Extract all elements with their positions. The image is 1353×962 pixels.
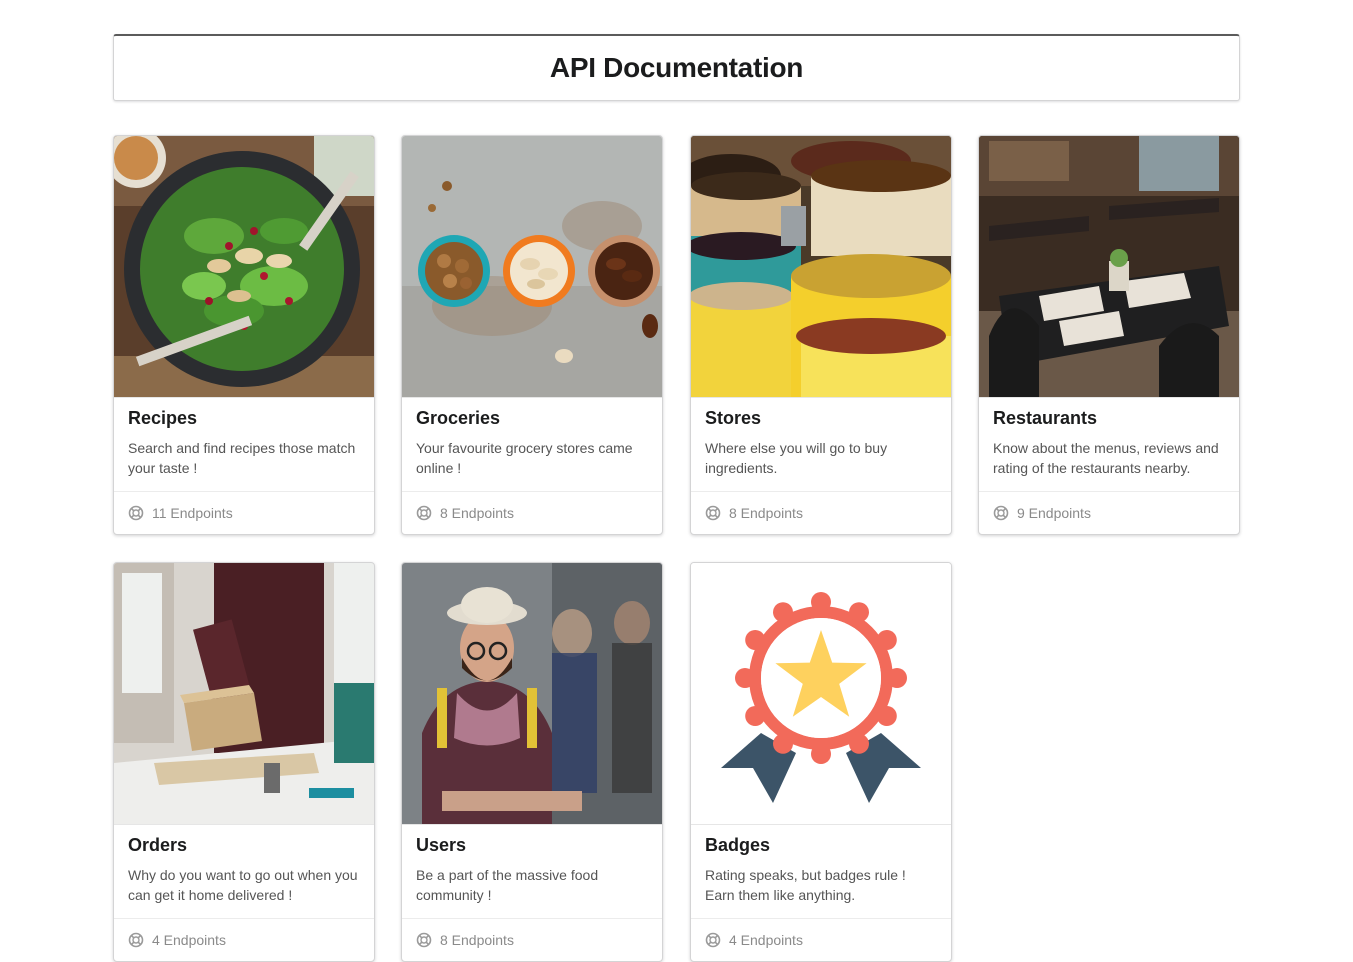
card-title: Badges <box>705 835 771 855</box>
card-title: Restaurants <box>993 408 1098 428</box>
salad-bowl-image <box>114 136 374 397</box>
card-users[interactable]: Users Be a part of the massive food comm… <box>401 562 663 962</box>
card-description: Know about the menus, reviews and rating… <box>993 440 1219 476</box>
card-title: Groceries <box>416 408 501 428</box>
card-orders[interactable]: Orders Why do you want to go out when yo… <box>113 562 375 962</box>
card-description: Why do you want to go out when you can g… <box>128 867 358 903</box>
endpoint-count: 11 Endpoints <box>152 505 233 521</box>
endpoint-count: 4 Endpoints <box>152 932 226 948</box>
card-description: Search and find recipes those match your… <box>128 440 356 476</box>
life-ring-icon <box>993 505 1009 521</box>
life-ring-icon <box>705 505 721 521</box>
card-title: Stores <box>705 408 762 428</box>
card-description: Where else you will go to buy ingredient… <box>705 440 888 476</box>
card-groceries[interactable]: Groceries Your favourite grocery stores … <box>401 135 663 535</box>
life-ring-icon <box>416 932 432 948</box>
card-stores[interactable]: Stores Where else you will go to buy ing… <box>690 135 952 535</box>
card-endpoints: 8 Endpoints <box>402 491 662 534</box>
parcel-packing-image <box>114 563 374 824</box>
endpoint-count: 8 Endpoints <box>729 505 803 521</box>
card-title: Recipes <box>128 408 198 428</box>
nuts-bowls-image <box>402 136 662 397</box>
life-ring-icon <box>128 932 144 948</box>
life-ring-icon <box>705 932 721 948</box>
endpoint-count: 9 Endpoints <box>1017 505 1091 521</box>
endpoint-count: 4 Endpoints <box>729 932 803 948</box>
endpoint-count: 8 Endpoints <box>440 932 514 948</box>
card-endpoints: 8 Endpoints <box>402 918 662 961</box>
page-title: API Documentation <box>549 52 804 83</box>
card-endpoints: 8 Endpoints <box>691 491 951 534</box>
card-endpoints: 4 Endpoints <box>691 918 951 961</box>
card-endpoints: 9 Endpoints <box>979 491 1239 534</box>
card-restaurants[interactable]: Restaurants Know about the menus, review… <box>978 135 1240 535</box>
card-description: Your favourite grocery stores came onlin… <box>416 440 633 476</box>
page-header: API Documentation <box>113 34 1240 101</box>
card-title: Orders <box>128 835 188 855</box>
card-endpoints: 11 Endpoints <box>114 491 374 534</box>
grain-sacks-image <box>691 136 951 397</box>
card-endpoints: 4 Endpoints <box>114 918 374 961</box>
card-description: Be a part of the massive food community … <box>416 867 599 903</box>
endpoint-count: 8 Endpoints <box>440 505 514 521</box>
restaurant-tables-image <box>979 136 1239 397</box>
card-description: Rating speaks, but badges rule ! Earn th… <box>705 867 906 903</box>
life-ring-icon <box>128 505 144 521</box>
card-title: Users <box>416 835 467 855</box>
card-recipes[interactable]: Recipes Search and find recipes those ma… <box>113 135 375 535</box>
card-badges[interactable]: Badges Rating speaks, but badges rule ! … <box>690 562 952 962</box>
star-badge-icon <box>691 563 951 824</box>
man-in-hat-image <box>402 563 662 824</box>
life-ring-icon <box>416 505 432 521</box>
